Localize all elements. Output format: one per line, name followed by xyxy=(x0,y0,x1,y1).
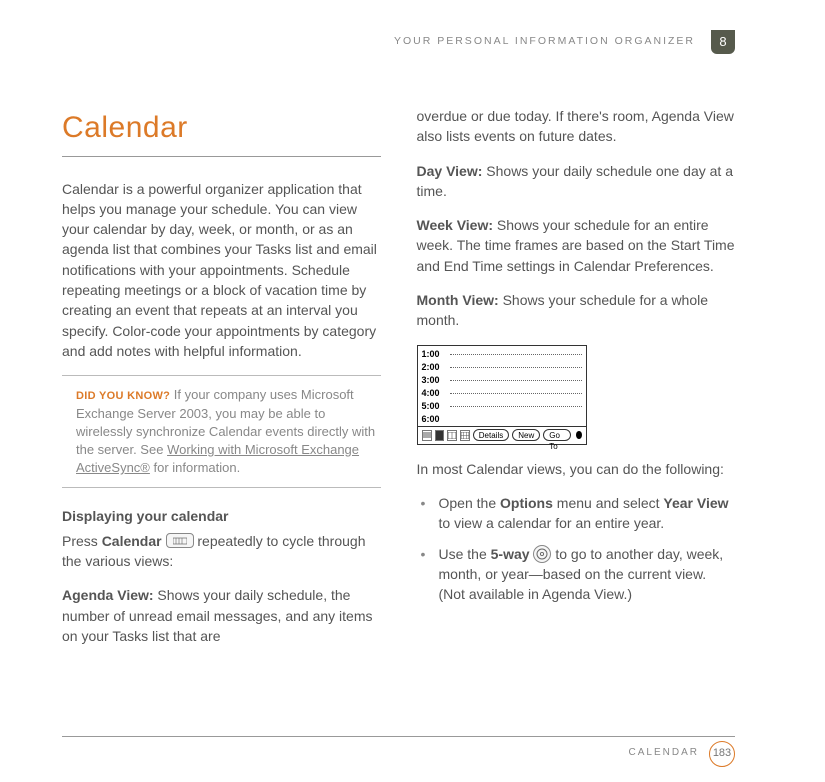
time-dots xyxy=(450,393,582,394)
subheading-displaying: Displaying your calendar xyxy=(62,506,381,526)
time-row: 1:00 xyxy=(422,348,582,361)
footer-section-label: CALENDAR xyxy=(629,746,699,761)
calendar-button-icon xyxy=(166,533,194,548)
week-view-icon[interactable] xyxy=(447,430,457,441)
time-label: 3:00 xyxy=(422,374,448,387)
month-view-icon[interactable] xyxy=(460,430,470,441)
time-label: 6:00 xyxy=(422,413,448,426)
day-view-paragraph: Day View: Shows your daily schedule one … xyxy=(417,161,736,202)
month-view-paragraph: Month View: Shows your schedule for a wh… xyxy=(417,290,736,331)
time-row: 6:00 xyxy=(422,413,582,426)
agenda-view-paragraph: Agenda View: Shows your daily schedule, … xyxy=(62,585,381,646)
time-label: 4:00 xyxy=(422,387,448,400)
week-view-label: Week View: xyxy=(417,217,494,233)
list-view-icon[interactable] xyxy=(422,430,432,441)
agenda-view-label: Agenda View: xyxy=(62,587,154,603)
press-text-a: Press xyxy=(62,533,102,549)
time-dots xyxy=(450,380,582,381)
did-you-know-callout: DID YOU KNOW? If your company uses Micro… xyxy=(62,375,381,488)
b2-a: Use the xyxy=(439,546,491,562)
calendar-screenshot: 1:00 2:00 3:00 4:00 5:00 6:00 Details Ne… xyxy=(417,345,587,445)
after-screenshot-text: In most Calendar views, you can do the f… xyxy=(417,459,736,479)
day-view-label: Day View: xyxy=(417,163,483,179)
time-dots xyxy=(450,367,582,368)
bullet-list: Open the Options menu and select Year Vi… xyxy=(417,493,736,604)
right-column: overdue or due today. If there's room, A… xyxy=(417,106,736,660)
agenda-continuation: overdue or due today. If there's room, A… xyxy=(417,106,736,147)
b1-options: Options xyxy=(500,495,553,511)
time-label: 2:00 xyxy=(422,361,448,374)
list-item: Use the 5-way to go to another day, week… xyxy=(417,544,736,605)
time-label: 1:00 xyxy=(422,348,448,361)
b1-a: Open the xyxy=(439,495,501,511)
time-row: 5:00 xyxy=(422,400,582,413)
week-view-paragraph: Week View: Shows your schedule for an en… xyxy=(417,215,736,276)
day-view-icon[interactable] xyxy=(435,430,444,441)
goto-button[interactable]: Go To xyxy=(543,429,570,441)
details-button[interactable]: Details xyxy=(473,429,509,441)
running-head: YOUR PERSONAL INFORMATION ORGANIZER xyxy=(394,34,695,49)
section-title: Calendar xyxy=(62,106,381,157)
five-way-icon xyxy=(533,545,551,563)
screenshot-footer: Details New Go To xyxy=(418,426,586,444)
time-dots xyxy=(450,406,582,407)
page-footer: CALENDAR 183 xyxy=(62,736,735,764)
left-column: Calendar Calendar is a powerful organize… xyxy=(62,106,381,660)
time-row: 2:00 xyxy=(422,361,582,374)
month-view-label: Month View: xyxy=(417,292,499,308)
content-columns: Calendar Calendar is a powerful organize… xyxy=(62,106,735,660)
b1-e: to view a calendar for an entire year. xyxy=(439,515,665,531)
callout-text-b: for information. xyxy=(150,460,240,475)
b2-5way: 5-way xyxy=(491,546,530,562)
chapter-number-badge: 8 xyxy=(711,30,735,54)
time-label: 5:00 xyxy=(422,400,448,413)
b1-c: menu and select xyxy=(553,495,664,511)
page: YOUR PERSONAL INFORMATION ORGANIZER 8 CH… xyxy=(0,0,825,782)
press-calendar-bold: Calendar xyxy=(102,533,162,549)
time-row: 3:00 xyxy=(422,374,582,387)
time-row: 4:00 xyxy=(422,387,582,400)
intro-paragraph: Calendar is a powerful organizer applica… xyxy=(62,179,381,362)
new-button[interactable]: New xyxy=(512,429,540,441)
page-number: 183 xyxy=(709,741,735,767)
time-dots xyxy=(450,354,582,355)
header-bar: YOUR PERSONAL INFORMATION ORGANIZER 8 xyxy=(62,30,735,56)
b1-yearview: Year View xyxy=(663,495,728,511)
press-paragraph: Press Calendar repeatedly to cycle throu… xyxy=(62,531,381,572)
time-rows: 1:00 2:00 3:00 4:00 5:00 6:00 xyxy=(418,346,586,426)
list-item: Open the Options menu and select Year Vi… xyxy=(417,493,736,534)
menu-dot-icon[interactable] xyxy=(576,431,582,439)
callout-label: DID YOU KNOW? xyxy=(76,390,170,402)
